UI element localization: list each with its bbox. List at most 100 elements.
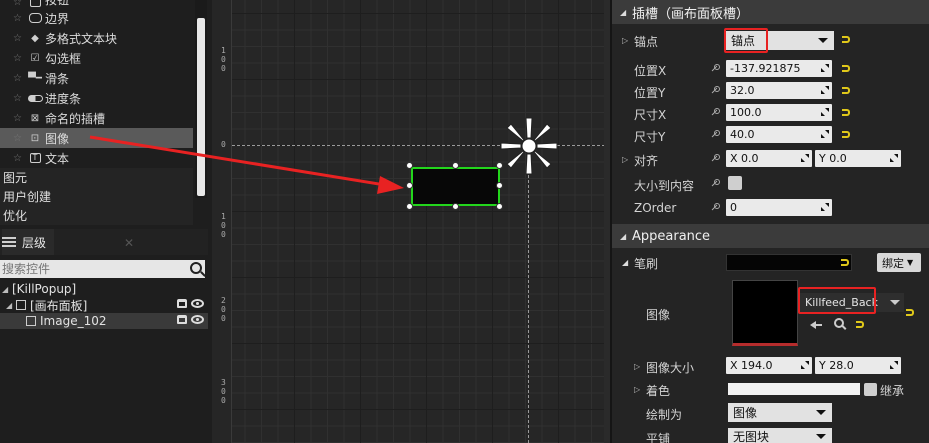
palette-item-image[interactable]: ☆ ⊡ 图像 [0,128,193,148]
favorite-star-icon[interactable]: ☆ [13,73,27,84]
expand-triangle-icon[interactable]: ▷ [634,362,640,371]
resize-handle[interactable] [406,162,413,169]
tint-label: 着色 [646,384,671,398]
inherit-checkbox[interactable] [864,383,877,396]
alignment-y-field[interactable]: Y 0.0 [815,150,901,167]
spin-arrows-icon[interactable] [821,203,829,211]
resize-handle[interactable] [496,203,503,210]
bind-link-icon[interactable] [710,86,720,95]
spin-arrows-icon[interactable] [890,361,898,369]
image-size-x-field[interactable]: X 194.0 [726,357,812,374]
palette-item-slider[interactable]: ☆ ▀━ 滑条 [0,68,193,88]
resize-handle[interactable] [452,203,459,210]
resize-handle[interactable] [452,162,459,169]
size-to-content-checkbox[interactable] [728,176,742,190]
tree-item-root[interactable]: ◢ [KillPopup] [0,281,208,297]
palette-category-optimization[interactable]: 优化 [0,206,193,225]
draw-as-dropdown[interactable]: 图像 [728,403,832,422]
anchor-medallion-icon[interactable] [497,114,561,178]
bind-link-icon[interactable] [710,108,720,117]
bind-link-icon[interactable] [710,203,720,212]
hierarchy-tab[interactable]: 层级 [2,229,55,255]
reset-to-default-icon[interactable] [842,36,850,43]
palette-item-rich-text[interactable]: ☆ ◆ 多格式文本块 [0,28,193,48]
favorite-star-icon[interactable]: ☆ [13,113,27,124]
favorite-star-icon[interactable]: ☆ [13,53,27,64]
collapse-triangle-icon[interactable]: ◢ [6,301,16,310]
close-tab-icon[interactable]: ✕ [124,236,134,250]
palette-category-primitive[interactable]: 图元 [0,168,193,187]
palette-item-border[interactable]: ☆ 边界 [0,8,193,28]
palette-item-named-slot[interactable]: ☆ ⊠ 命名的插槽 [0,108,193,128]
spin-arrows-icon[interactable] [821,64,829,72]
appearance-section-header[interactable]: ◢ Appearance [612,224,929,248]
reset-to-default-icon[interactable] [842,87,850,94]
spin-arrows-icon[interactable] [890,154,898,162]
tree-item-canvas-panel[interactable]: ◢ [画布面板] [0,297,208,313]
lock-icon[interactable] [177,315,187,324]
palette-item-text[interactable]: ☆ T 文本 [0,148,193,168]
favorite-star-icon[interactable]: ☆ [13,33,27,44]
spin-arrows-icon[interactable] [821,108,829,116]
bind-link-icon[interactable] [710,130,720,139]
tiling-dropdown[interactable]: 无图块 [728,428,832,443]
use-selected-asset-icon[interactable] [810,319,822,331]
hierarchy-search-input[interactable] [2,262,182,276]
position-x-field[interactable]: -137.921875 [726,60,832,77]
tree-item-image[interactable]: Image_102 [0,313,208,329]
expand-triangle-icon[interactable]: ▷ [622,36,628,45]
spin-arrows-icon[interactable] [821,130,829,138]
reset-to-default-icon[interactable] [842,65,850,72]
size-y-field[interactable]: 40.0 [726,126,832,143]
palette-scrollbar-thumb[interactable] [197,18,205,196]
position-y-field[interactable]: 32.0 [726,82,832,99]
reset-to-default-icon[interactable] [856,321,864,328]
reset-to-default-icon[interactable] [842,109,850,116]
zorder-field[interactable]: 0 [726,199,832,216]
favorite-star-icon[interactable]: ☆ [13,13,27,24]
image-thumbnail[interactable] [732,280,798,346]
resize-handle[interactable] [406,203,413,210]
bind-link-icon[interactable] [710,64,720,73]
expand-triangle-icon[interactable]: ▷ [634,385,640,394]
expand-triangle-icon[interactable]: ▷ [622,155,628,164]
search-icon[interactable] [190,262,202,274]
alignment-x-field[interactable]: X 0.0 [726,150,812,167]
palette-item-progressbar[interactable]: ☆ 进度条 [0,88,193,108]
hierarchy-search[interactable] [0,260,205,278]
eye-icon[interactable] [191,299,204,308]
reset-to-default-icon[interactable] [841,259,849,266]
eye-icon[interactable] [191,315,204,324]
bind-link-icon[interactable] [710,154,720,163]
reset-to-default-icon[interactable] [842,131,850,138]
collapse-triangle-icon[interactable]: ◢ [620,232,630,241]
spin-arrows-icon[interactable] [801,154,809,162]
resize-handle[interactable] [406,182,413,189]
collapse-triangle-icon[interactable]: ◢ [622,258,628,267]
favorite-star-icon[interactable]: ☆ [13,93,27,104]
slot-section-header[interactable]: ◢ 插槽（画布面板槽） [612,0,929,24]
resize-handle[interactable] [496,182,503,189]
browse-asset-icon[interactable] [834,318,844,328]
bind-link-icon[interactable] [710,179,720,188]
palette-item-checkbox[interactable]: ☆ ☑ 勾选框 [0,48,193,68]
favorite-star-icon[interactable]: ☆ [13,153,27,164]
designer-canvas[interactable]: 1 0 0 0 1 0 0 2 0 0 3 0 0 [212,0,610,443]
palette-item-button[interactable]: ☆ 按钮 [0,0,193,8]
collapse-triangle-icon[interactable]: ◢ [620,8,630,17]
size-x-field[interactable]: 100.0 [726,104,832,121]
bind-dropdown-button[interactable]: 绑定 ▼ [877,253,921,272]
spin-arrows-icon[interactable] [821,86,829,94]
palette-category-user-created[interactable]: 用户创建 [0,187,193,206]
anchor-label: 锚点 [634,35,659,49]
favorite-star-icon[interactable]: ☆ [13,0,27,8]
brush-preview[interactable] [726,254,852,271]
reset-to-default-icon[interactable] [906,309,914,316]
favorite-star-icon[interactable]: ☆ [13,133,27,144]
collapse-triangle-icon[interactable]: ◢ [2,285,12,294]
spin-arrows-icon[interactable] [801,361,809,369]
image-size-y-field[interactable]: Y 28.0 [815,357,901,374]
lock-icon[interactable] [177,299,187,308]
selected-image-widget[interactable] [411,167,500,206]
tint-color-swatch[interactable] [728,383,860,395]
